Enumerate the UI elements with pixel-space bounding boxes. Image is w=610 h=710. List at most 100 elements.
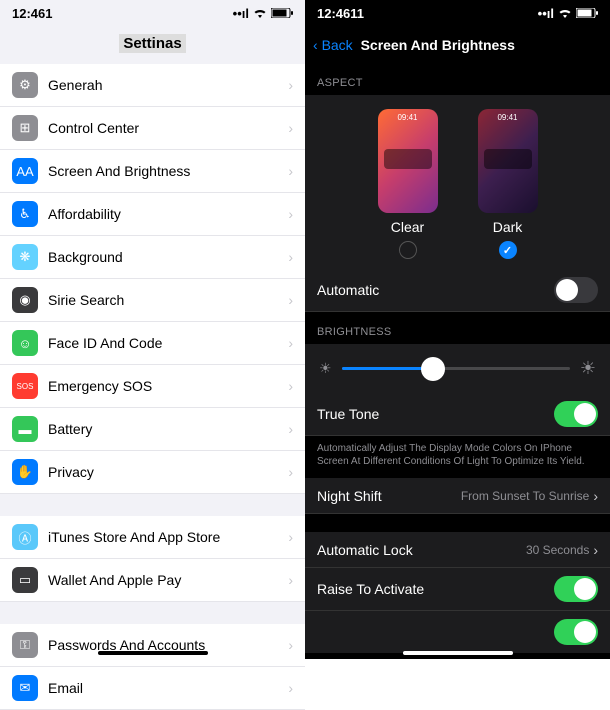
settings-row-control-center[interactable]: ⊞Control Center›: [0, 107, 305, 150]
settings-row-itunes-store-and-app-store[interactable]: ⒶiTunes Store And App Store›: [0, 516, 305, 559]
settings-row-email[interactable]: ✉Email›: [0, 667, 305, 710]
settings-row-emergency-sos[interactable]: SOS Emergency SOS›: [0, 365, 305, 408]
key-icon: ⚿: [12, 632, 38, 658]
settings-row-passwords-and-accounts[interactable]: ⚿Passwords And Accounts›: [0, 624, 305, 667]
row-label: Background: [48, 249, 288, 265]
chevron-right-icon: ›: [288, 378, 293, 394]
row-label: Battery: [48, 421, 288, 437]
privacy-icon: ✋: [12, 459, 38, 485]
back-button[interactable]: ‹ Back: [313, 37, 353, 53]
truetone-description: Automatically Adjust The Display Mode Co…: [305, 436, 610, 478]
chevron-right-icon: ›: [288, 572, 293, 588]
chevron-right-icon: ›: [288, 206, 293, 222]
brightness-screen: 12:4611 ••ıl ‹ Back Screen And Brightnes…: [305, 0, 610, 659]
cellular-icon: ••ıl: [538, 6, 554, 21]
battery-icon: [271, 6, 293, 21]
nav-bar: ‹ Back Screen And Brightness: [305, 27, 610, 63]
faceid-icon: ☺: [12, 330, 38, 356]
brightness-header: BRIGHTNESS: [305, 312, 610, 344]
chevron-right-icon: ›: [593, 488, 598, 504]
truetone-row[interactable]: True Tone: [305, 393, 610, 436]
battery-icon: ▬: [12, 416, 38, 442]
row-label: Face ID And Code: [48, 335, 288, 351]
chevron-right-icon: ›: [288, 120, 293, 136]
extra-toggle[interactable]: [554, 619, 598, 645]
brightness-slider-row: ☀︎ ☀︎: [305, 344, 610, 393]
chevron-right-icon: ›: [593, 542, 598, 558]
row-label: Sirie Search: [48, 292, 288, 308]
automatic-toggle[interactable]: [554, 277, 598, 303]
status-time: 12:4611: [317, 6, 364, 21]
settings-screen: 12:461 ••ıl Settinas ⚙︎Generah›⊞Control …: [0, 0, 305, 659]
status-bar-left: 12:461 ••ıl: [0, 0, 305, 27]
chevron-right-icon: ›: [288, 163, 293, 179]
settings-list: ⚙︎Generah›⊞Control Center›AAScreen And B…: [0, 64, 305, 710]
settings-row-screen-and-brightness[interactable]: AAScreen And Brightness›: [0, 150, 305, 193]
aspect-option-dark[interactable]: 09:41 Dark: [478, 109, 538, 259]
chevron-right-icon: ›: [288, 680, 293, 696]
automatic-row[interactable]: Automatic: [305, 269, 610, 312]
row-label: iTunes Store And App Store: [48, 529, 288, 545]
row-label: Control Center: [48, 120, 288, 136]
row-label: Generah: [48, 77, 288, 93]
chevron-right-icon: ›: [288, 335, 293, 351]
chevron-right-icon: ›: [288, 292, 293, 308]
raise-row[interactable]: Raise To Activate: [305, 568, 610, 611]
sun-large-icon: ☀︎: [580, 358, 596, 379]
settings-row-privacy[interactable]: ✋ Privacy›: [0, 451, 305, 494]
aspect-header: ASPECT: [305, 63, 610, 95]
home-indicator[interactable]: [403, 651, 513, 655]
wifi-icon: [253, 6, 267, 21]
status-time: 12:461: [12, 6, 52, 21]
extra-row[interactable]: [305, 611, 610, 653]
aspect-label: Clear: [378, 219, 438, 235]
radio-on-icon[interactable]: [499, 241, 517, 259]
status-icons: ••ıl: [233, 6, 293, 21]
battery-icon: [576, 6, 598, 21]
page-title: Settinas: [0, 27, 305, 64]
accessibility-icon: ♿︎: [12, 201, 38, 227]
status-icons: ••ıl: [538, 6, 598, 21]
settings-row-sirie-search[interactable]: ◉ Sirie Search›: [0, 279, 305, 322]
wallet-icon: ▭: [12, 567, 38, 593]
chevron-right-icon: ›: [288, 529, 293, 545]
chevron-right-icon: ›: [288, 464, 293, 480]
aspect-options: 09:41 Clear 09:41 Dark: [305, 95, 610, 269]
nightshift-row[interactable]: Night Shift From Sunset To Sunrise ›: [305, 478, 610, 514]
gear-icon: ⚙︎: [12, 72, 38, 98]
row-label: Privacy: [48, 464, 288, 480]
truetone-toggle[interactable]: [554, 401, 598, 427]
appstore-icon: Ⓐ: [12, 524, 38, 550]
chevron-right-icon: ›: [288, 421, 293, 437]
home-indicator[interactable]: [98, 651, 208, 655]
aspect-label: Dark: [478, 219, 538, 235]
radio-off-icon[interactable]: [399, 241, 417, 259]
settings-row-generah[interactable]: ⚙︎ Generah›: [0, 64, 305, 107]
mail-icon: ✉: [12, 675, 38, 701]
chevron-right-icon: ›: [288, 77, 293, 93]
raise-toggle[interactable]: [554, 576, 598, 602]
nav-title: Screen And Brightness: [361, 37, 515, 53]
settings-row-wallet-and-apple-pay[interactable]: ▭Wallet And Apple Pay›: [0, 559, 305, 602]
settings-row-background[interactable]: ❋Background›: [0, 236, 305, 279]
autolock-row[interactable]: Automatic Lock 30 Seconds ›: [305, 532, 610, 568]
settings-row-face-id-and-code[interactable]: ☺ Face ID And Code›: [0, 322, 305, 365]
preview-light: 09:41: [378, 109, 438, 213]
wifi-icon: [558, 6, 572, 21]
text-size-icon: AA: [12, 158, 38, 184]
slider-thumb[interactable]: [421, 357, 445, 381]
aspect-option-clear[interactable]: 09:41 Clear: [378, 109, 438, 259]
sun-small-icon: ☀︎: [319, 360, 332, 377]
brightness-slider[interactable]: [342, 367, 570, 370]
row-label: Affordability: [48, 206, 288, 222]
preview-dark: 09:41: [478, 109, 538, 213]
settings-row-affordability[interactable]: ♿︎ Affordability›: [0, 193, 305, 236]
status-bar-right: 12:4611 ••ıl: [305, 0, 610, 27]
chevron-right-icon: ›: [288, 637, 293, 653]
sos-icon: SOS: [12, 373, 38, 399]
settings-row-battery[interactable]: ▬ Battery›: [0, 408, 305, 451]
chevron-right-icon: ›: [288, 249, 293, 265]
row-label: Emergency SOS: [48, 378, 288, 394]
siri-icon: ◉: [12, 287, 38, 313]
cellular-icon: ••ıl: [233, 6, 249, 21]
